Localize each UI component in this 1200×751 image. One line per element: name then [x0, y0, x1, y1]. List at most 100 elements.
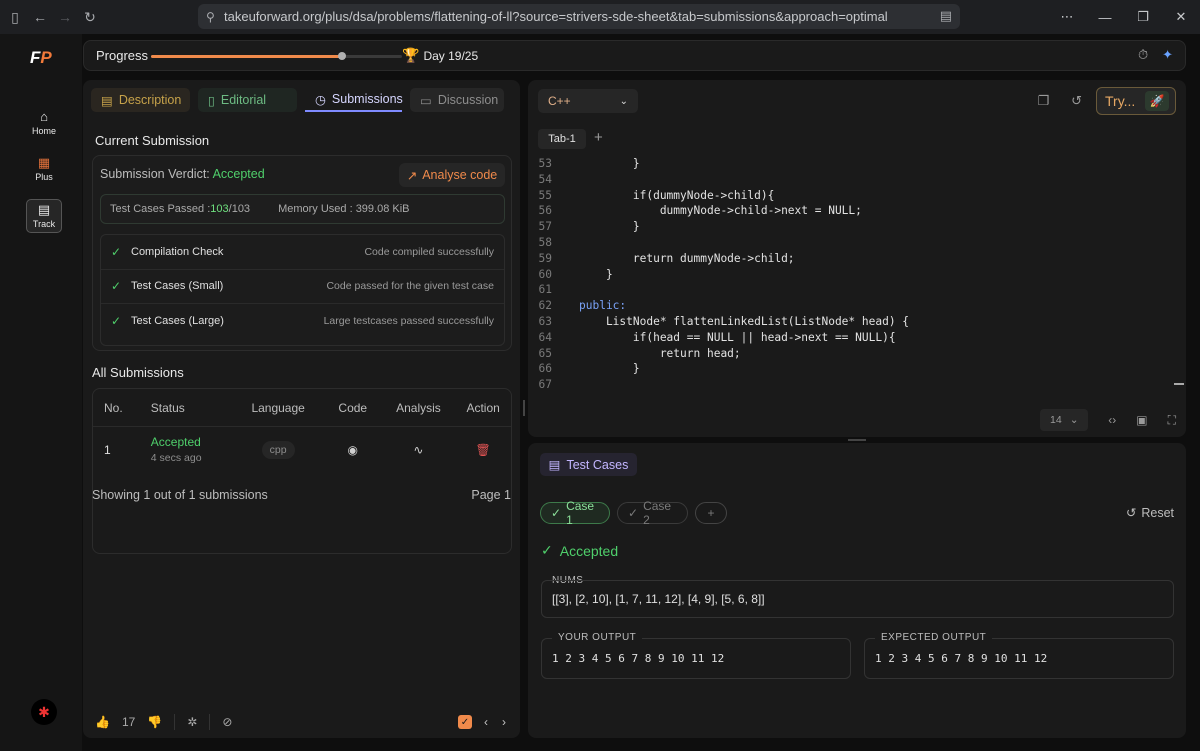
try-label: Try... — [1105, 93, 1136, 109]
day-text: Day 19/25 — [423, 48, 479, 63]
testcase-panel: ▤ Test Cases ✓ Case 1 ✓ Case 2 + ↺ Reset… — [528, 443, 1186, 738]
file-tab[interactable]: Tab-1 — [538, 129, 586, 149]
prev-problem-icon[interactable]: ‹ — [484, 715, 488, 729]
language-select[interactable]: C++ ⌄ — [538, 89, 638, 113]
more-icon[interactable]: ⋯ — [1048, 0, 1086, 34]
back-icon[interactable]: ← — [29, 6, 51, 28]
expected-output-field: 1 2 3 4 5 6 7 8 9 10 11 12 — [864, 638, 1174, 679]
add-tab-icon[interactable]: + — [594, 129, 603, 146]
code-format-icon[interactable]: ‹› — [1108, 413, 1116, 427]
line-number: 62 — [538, 299, 552, 313]
timer-icon[interactable]: ⏱ — [1138, 47, 1148, 63]
tab-editorial[interactable]: ▯ Editorial — [198, 88, 297, 112]
line-number: 58 — [538, 235, 552, 249]
tab-label: Editorial — [220, 93, 267, 107]
reset-label: Reset — [1141, 505, 1174, 520]
analyse-label: Analyse code — [422, 168, 498, 182]
language-badge: cpp — [261, 440, 295, 459]
site-info-icon[interactable]: ⚲ — [206, 10, 224, 24]
code-text: dummyNode->child->next = NULL; — [579, 204, 862, 218]
add-case-button[interactable]: + — [695, 502, 727, 524]
left-panel: ▤ Description ▯ Editorial ◷ Submissions … — [83, 80, 520, 738]
line-number: 66 — [538, 362, 552, 376]
vertical-splitter[interactable] — [523, 400, 525, 416]
line-number: 54 — [538, 172, 552, 186]
verdict-card: Submission Verdict: Accepted ↗ Analyse c… — [92, 155, 512, 351]
view-code-icon[interactable]: ◉ — [324, 443, 382, 457]
header-action: Action — [466, 400, 500, 415]
code-line: 55 if(dummyNode->child){ — [528, 188, 1168, 204]
reset-button[interactable]: ↺ Reset — [1126, 505, 1174, 521]
code-line: 53 } — [528, 156, 1168, 172]
line-number: 64 — [538, 330, 552, 344]
bug-report-icon[interactable]: ✱ — [31, 699, 57, 725]
try-button[interactable]: Try... 🚀 — [1096, 87, 1176, 115]
copy-icon[interactable]: ❐ — [1037, 93, 1049, 109]
editor-panel: C++ ⌄ ❐ ↺ Try... 🚀 Tab-1 + 53 } 54 55 if(d… — [528, 80, 1186, 437]
sidebar-item-plus[interactable]: ▦ Plus — [26, 152, 62, 186]
line-number: 60 — [538, 267, 552, 281]
analyse-code-button[interactable]: ↗ Analyse code — [399, 163, 505, 187]
tab-submissions[interactable]: ◷ Submissions — [305, 88, 403, 112]
close-icon[interactable]: ✕ — [1162, 0, 1200, 34]
tests-total: /103 — [228, 203, 251, 215]
code-line: 62 public: — [528, 298, 1168, 314]
sidebar-toggle-icon[interactable]: ▯ — [4, 6, 26, 28]
progress-fill — [151, 55, 342, 58]
horizontal-splitter[interactable] — [848, 439, 866, 441]
nums-value: [[3], [2, 10], [1, 7, 11, 12], [4, 9], [… — [552, 592, 765, 606]
tab-description[interactable]: ▤ Description — [91, 88, 190, 112]
code-line: 66 } — [528, 361, 1168, 377]
line-number: 55 — [538, 188, 552, 202]
check-icon: ✓ — [541, 542, 553, 558]
line-number: 57 — [538, 220, 552, 234]
sidebar-item-track[interactable]: ▤ Track — [26, 199, 62, 233]
code-editor[interactable]: 53 } 54 55 if(dummyNode->child){56 dummyNo… — [528, 156, 1168, 402]
font-size-select[interactable]: 14 ⌄ — [1040, 409, 1089, 431]
row-status: Accepted 4 secs ago — [151, 435, 233, 464]
maximize-icon[interactable]: ❐ — [1124, 0, 1162, 34]
case-1-tab[interactable]: ✓ Case 1 — [540, 499, 610, 527]
fullscreen-icon[interactable]: ⛶ — [1168, 413, 1176, 428]
delete-icon[interactable]: 🗑 — [455, 443, 511, 457]
completed-checkbox[interactable]: ✓ — [458, 715, 472, 729]
code-text: if(dummyNode->child){ — [579, 188, 775, 202]
reset-code-icon[interactable]: ↺ — [1071, 93, 1082, 109]
line-number: 53 — [538, 157, 552, 170]
check-message: Code compiled successfully — [364, 245, 494, 258]
header-status: Status — [150, 400, 185, 415]
sidebar-item-label: Track — [32, 219, 56, 229]
tab-label: Submissions — [331, 92, 403, 106]
logo[interactable]: FP — [30, 48, 56, 72]
nums-field: [[3], [2, 10], [1, 7, 11, 12], [4, 9], [… — [541, 580, 1174, 618]
tab-test-cases[interactable]: ▤ Test Cases — [540, 453, 637, 476]
reader-mode-icon[interactable]: ▤ — [940, 8, 952, 24]
address-bar[interactable]: ⚲ takeuforward.org/plus/dsa/problems/fla… — [198, 4, 960, 29]
sparkle-icon[interactable]: ✦ — [1162, 47, 1173, 63]
progress-label: Progress — [96, 48, 149, 63]
browser-toolbar: ▯ ← → ↻ ⚲ takeuforward.org/plus/dsa/prob… — [0, 0, 1200, 34]
minimize-icon[interactable]: — — [1086, 0, 1124, 34]
check-item: ✓ Test Cases (Large) Large testcases pas… — [101, 304, 504, 339]
case-label: Case 1 — [566, 499, 595, 527]
tab-discussion[interactable]: ▭ Discussion — [410, 88, 504, 112]
reload-icon[interactable]: ↻ — [79, 6, 101, 28]
code-line: 60 } — [528, 267, 1168, 283]
memory-used: Memory Used : 399.08 KiB — [278, 203, 410, 215]
paint-roller-icon[interactable]: ▣ — [1136, 413, 1147, 427]
bug-icon[interactable]: ✲ — [187, 715, 197, 729]
check-icon: ✓ — [628, 506, 639, 520]
copy-link-icon[interactable]: ⊘ — [222, 715, 232, 729]
forward-icon[interactable]: → — [54, 6, 76, 28]
sidebar-item-home[interactable]: ⌂ Home — [26, 106, 62, 140]
next-problem-icon[interactable]: › — [502, 715, 506, 729]
code-text: } — [579, 157, 640, 170]
chevron-down-icon: ⌄ — [619, 95, 628, 107]
analysis-icon[interactable]: ∿ — [382, 443, 456, 457]
like-icon[interactable]: 👍 — [95, 715, 110, 729]
code-line: 63 ListNode* flattenLinkedList(ListNode*… — [528, 314, 1168, 330]
case-2-tab[interactable]: ✓ Case 2 — [617, 499, 688, 527]
dislike-icon[interactable]: 👎 — [147, 715, 162, 729]
line-number: 56 — [538, 204, 552, 218]
table-row[interactable]: 1 Accepted 4 secs ago cpp ◉ ∿ 🗑 — [93, 427, 511, 472]
